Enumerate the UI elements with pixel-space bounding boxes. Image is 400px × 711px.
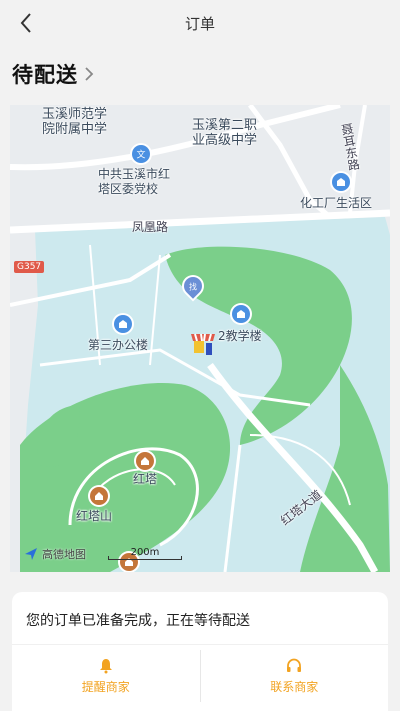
chevron-right-icon xyxy=(84,65,98,83)
back-chevron-icon xyxy=(20,13,31,33)
temple-poi-icon xyxy=(90,487,108,505)
remind-merchant-label: 提醒商家 xyxy=(81,679,130,694)
nav-bar: 订单 xyxy=(0,0,400,46)
order-message: 您的订单已准备完成，正在等待配送 xyxy=(26,613,250,629)
map-label-hongta-mountain: 红塔山 xyxy=(76,509,113,523)
map-label-hongta: 红塔 xyxy=(133,472,158,486)
back-button[interactable] xyxy=(14,10,38,36)
order-card: 您的订单已准备完成，正在等待配送 提醒商家 联系商家 xyxy=(12,592,388,711)
map-label-school2: 玉溪第二职 业高级中学 xyxy=(192,118,258,148)
page-title: 订单 xyxy=(184,14,215,33)
map-label-chem-area: 化工厂生活区 xyxy=(300,196,373,210)
contact-merchant-label: 联系商家 xyxy=(270,679,319,694)
map-label-phoenix-road: 凤凰路 xyxy=(132,220,169,234)
highway-badge: G357 xyxy=(14,261,45,273)
map-scale: 200m xyxy=(108,547,182,561)
map-label-party-school: 中共玉溪市红 塔区委党校 xyxy=(98,167,171,196)
navigation-arrow-icon xyxy=(25,548,37,560)
svg-text:文: 文 xyxy=(136,149,145,159)
order-status-row[interactable]: 待配送 xyxy=(12,58,98,90)
amap-brand: 高德地图 xyxy=(24,546,86,562)
map-scale-bar xyxy=(108,556,182,560)
remind-merchant-button[interactable]: 提醒商家 xyxy=(12,650,200,702)
headset-icon xyxy=(287,658,302,672)
building-poi-icon xyxy=(114,315,132,333)
temple-poi-icon xyxy=(136,452,154,470)
map-label-office3: 第三办公楼 xyxy=(88,338,149,352)
building-poi-icon xyxy=(332,173,350,191)
contact-merchant-button[interactable]: 联系商家 xyxy=(201,650,389,702)
delivery-map[interactable]: 玉溪师范学 院附属中学 玉溪第二职 业高级中学 聂耳东路 中共玉溪市红 塔区委党… xyxy=(10,105,390,572)
order-status: 待配送 xyxy=(12,63,78,87)
amap-brand-label: 高德地图 xyxy=(42,548,86,561)
school-poi-icon: 文 xyxy=(132,145,150,163)
map-label-teach2: 2教学楼 xyxy=(218,329,262,343)
svg-text:找: 找 xyxy=(189,282,197,292)
shop-location-icon[interactable] xyxy=(188,328,218,358)
bell-icon xyxy=(99,658,112,673)
building-poi-icon xyxy=(232,305,250,323)
map-label-school1: 玉溪师范学 院附属中学 xyxy=(42,107,108,137)
card-divider xyxy=(12,644,388,645)
card-actions: 提醒商家 联系商家 xyxy=(12,650,388,702)
